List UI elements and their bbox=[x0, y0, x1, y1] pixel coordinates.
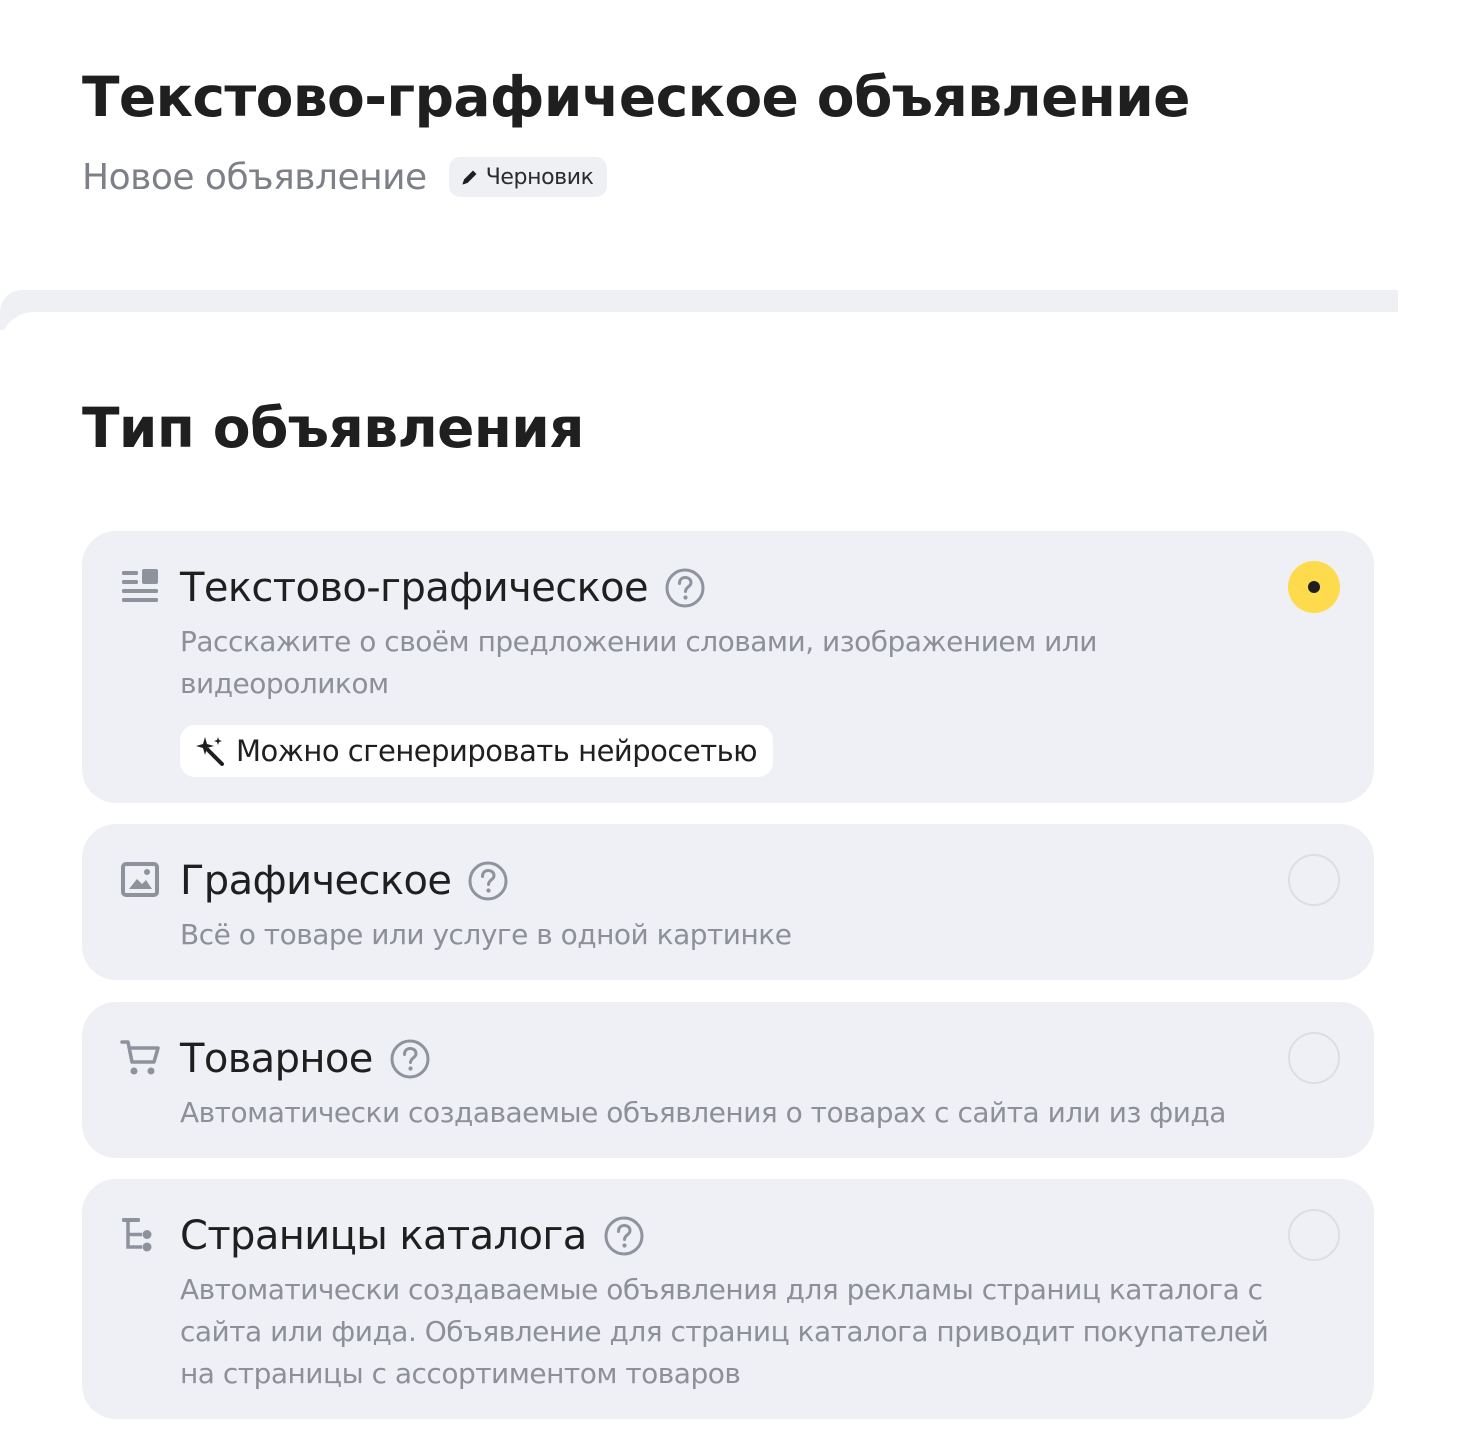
card-body: Товарное Автоматически создаваемые объяв… bbox=[180, 1032, 1280, 1134]
magic-wand-icon bbox=[192, 734, 226, 768]
draft-badge-label: Черновик bbox=[485, 164, 594, 190]
card-title-row: Страницы каталога bbox=[180, 1209, 1280, 1263]
card-description: Автоматически создаваемые объявления о т… bbox=[180, 1096, 1226, 1129]
ad-type-option-graphic[interactable]: Графическое Всё о товаре или услуге в од… bbox=[82, 824, 1374, 980]
card-description: Расскажите о своём предложении словами, … bbox=[180, 625, 1097, 700]
radio-unselected[interactable] bbox=[1288, 1032, 1340, 1084]
card-body: Страницы каталога Автоматически создавае… bbox=[180, 1209, 1280, 1395]
card-description: Автоматически создаваемые объявления для… bbox=[180, 1273, 1269, 1390]
catalog-tree-icon bbox=[120, 1215, 162, 1255]
radio-unselected[interactable] bbox=[1288, 854, 1340, 906]
help-icon[interactable] bbox=[389, 1038, 431, 1080]
text-graphic-icon bbox=[120, 567, 162, 607]
pencil-icon bbox=[460, 167, 480, 187]
help-icon[interactable] bbox=[603, 1215, 645, 1257]
radio-selected[interactable] bbox=[1288, 561, 1340, 613]
card-title: Текстово-графическое bbox=[180, 565, 649, 611]
card-title-row: Текстово-графическое bbox=[180, 561, 1280, 615]
card-title-row: Товарное bbox=[180, 1032, 1280, 1086]
ad-name: Новое объявление bbox=[82, 156, 427, 198]
help-icon[interactable] bbox=[467, 860, 509, 902]
image-icon bbox=[120, 860, 162, 900]
card-title: Страницы каталога bbox=[180, 1213, 587, 1259]
page-title: Текстово-графическое объявление bbox=[82, 65, 1190, 129]
ad-type-option-product[interactable]: Товарное Автоматически создаваемые объяв… bbox=[82, 1002, 1374, 1158]
card-body: Текстово-графическое Расскажите о своём … bbox=[180, 561, 1280, 777]
card-body: Графическое Всё о товаре или услуге в од… bbox=[180, 854, 1280, 956]
card-title-row: Графическое bbox=[180, 854, 1280, 908]
subtitle-row: Новое объявление Черновик bbox=[82, 149, 1382, 205]
page-header: Текстово-графическое объявление Новое об… bbox=[82, 58, 1382, 205]
card-description: Всё о товаре или услуге в одной картинке bbox=[180, 918, 792, 951]
help-icon[interactable] bbox=[664, 567, 706, 609]
shopping-cart-icon bbox=[120, 1038, 162, 1078]
draft-badge: Черновик bbox=[448, 157, 607, 197]
card-title: Графическое bbox=[180, 858, 452, 904]
ad-type-option-text-graphic[interactable]: Текстово-графическое Расскажите о своём … bbox=[82, 531, 1374, 803]
ai-generation-chip: Можно сгенерировать нейросетью bbox=[180, 725, 774, 777]
section-title: Тип объявления bbox=[82, 396, 584, 460]
ad-type-option-catalog-pages[interactable]: Страницы каталога Автоматически создавае… bbox=[82, 1179, 1374, 1419]
radio-unselected[interactable] bbox=[1288, 1209, 1340, 1261]
ai-chip-label: Можно сгенерировать нейросетью bbox=[236, 734, 758, 768]
card-title: Товарное bbox=[180, 1036, 373, 1082]
